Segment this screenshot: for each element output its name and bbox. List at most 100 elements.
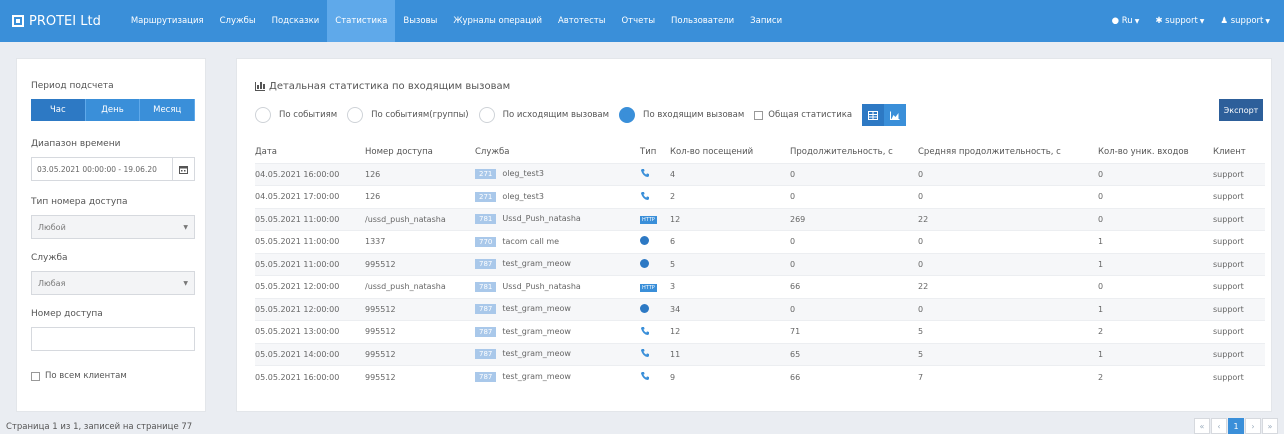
- table-row[interactable]: 05.05.2021 11:00:00 995512 787 test_gram_me…: [255, 252, 1265, 276]
- service-value: Любая: [38, 278, 66, 288]
- cell-access-number: /ussd_push_natasha: [365, 275, 475, 298]
- column-header[interactable]: Продолжительность, с: [790, 141, 918, 163]
- column-header[interactable]: Дата: [255, 141, 365, 163]
- column-header[interactable]: Средняя продолжительность, с: [918, 141, 1098, 163]
- table-row[interactable]: 05.05.2021 12:00:00/ussd_push_natasha 781…: [255, 275, 1265, 298]
- telegram-icon: [640, 303, 649, 313]
- service-name: Ussd_Push_natasha: [502, 281, 581, 291]
- access-number-input[interactable]: [31, 327, 195, 351]
- table-row[interactable]: 05.05.2021 14:00:00 995512 787 test_gram_me…: [255, 342, 1265, 366]
- table-row[interactable]: 05.05.2021 11:00:00/ussd_push_natasha 781…: [255, 207, 1265, 231]
- cell-client: support: [1213, 342, 1265, 366]
- table-row[interactable]: 05.05.2021 13:00:00 995512 787 test_gram_me…: [255, 320, 1265, 343]
- service-select[interactable]: Любая ▼: [31, 271, 195, 295]
- cell-avg-duration: 0: [918, 162, 1098, 186]
- cell-type: HTTP: [640, 275, 670, 298]
- last-page-button[interactable]: »: [1262, 418, 1278, 434]
- nav-item[interactable]: Статистика: [327, 0, 396, 42]
- chevron-down-icon: ▼: [1134, 17, 1140, 25]
- cell-visits: 11: [670, 342, 790, 366]
- cell-unique-entries: 2: [1098, 320, 1213, 343]
- nav-item[interactable]: Журналы операций: [445, 0, 550, 42]
- service-id-badge: 271: [475, 169, 497, 180]
- column-header[interactable]: Кол-во уник. входов: [1098, 141, 1213, 163]
- gear-icon: ✱: [1155, 16, 1166, 26]
- date-range-input[interactable]: 03.05.2021 00:00:00 - 19.06.20: [31, 157, 173, 181]
- cell-service: 787 test_gram_meow: [475, 252, 640, 276]
- user-menu[interactable]: ♟ support ▼: [1212, 0, 1278, 42]
- period-option[interactable]: Час: [31, 99, 86, 121]
- cell-type: [640, 320, 670, 343]
- first-page-button[interactable]: «: [1194, 418, 1210, 434]
- page-button-current[interactable]: 1: [1228, 418, 1244, 434]
- column-header[interactable]: Кол-во посещений: [670, 141, 790, 163]
- support-settings-menu[interactable]: ✱ support ▼: [1147, 0, 1212, 42]
- cell-service: 271 oleg_test3: [475, 162, 640, 186]
- brand[interactable]: PROTEI Ltd: [12, 14, 101, 29]
- cell-visits: 5: [670, 252, 790, 276]
- column-header[interactable]: Служба: [475, 141, 640, 163]
- cell-visits: 9: [670, 365, 790, 388]
- period-option[interactable]: Месяц: [140, 99, 196, 121]
- cell-service: 787 test_gram_meow: [475, 342, 640, 366]
- cell-visits: 12: [670, 320, 790, 343]
- nav-item[interactable]: Пользователи: [663, 0, 742, 42]
- cell-type: [640, 252, 670, 276]
- service-id-badge: 781: [475, 281, 497, 292]
- nav-item[interactable]: Вызовы: [395, 0, 445, 42]
- table-row[interactable]: 05.05.2021 12:00:00 995512 787 test_gram_me…: [255, 297, 1265, 321]
- next-page-button[interactable]: ›: [1245, 418, 1261, 434]
- nav-item[interactable]: Автотесты: [550, 0, 614, 42]
- table-view-button[interactable]: [862, 104, 885, 126]
- mode-radio[interactable]: По событиям(группы): [347, 107, 469, 123]
- access-type-select[interactable]: Любой ▼: [31, 215, 195, 239]
- all-clients-checkbox[interactable]: [31, 371, 40, 381]
- general-stats-checkbox-row[interactable]: Общая статистика: [754, 110, 852, 120]
- service-label: Служба: [31, 253, 68, 263]
- mode-radio-group: По событиям По событиям(группы) По исходящ…: [255, 104, 907, 126]
- nav-item[interactable]: Записи: [742, 0, 790, 42]
- cell-duration: 0: [790, 252, 918, 276]
- prev-page-button[interactable]: ‹: [1211, 418, 1227, 434]
- top-navbar: PROTEI Ltd Маршрутизация Службы Подсказки С…: [0, 0, 1284, 42]
- nav-item[interactable]: Подсказки: [264, 0, 328, 42]
- period-option[interactable]: День: [85, 99, 141, 121]
- table-row[interactable]: 04.05.2021 17:00:00 126 271 oleg_test3 2 0 0 0 s…: [255, 185, 1265, 208]
- main-menu: Маршрутизация Службы Подсказки Статистика Вы…: [123, 0, 790, 42]
- protei-logo-icon: [12, 15, 24, 27]
- cell-duration: 66: [790, 365, 918, 388]
- general-stats-checkbox[interactable]: [754, 110, 764, 120]
- cell-access-number: 995512: [365, 320, 475, 343]
- cell-duration: 65: [790, 342, 918, 366]
- mode-radio[interactable]: По событиям: [255, 107, 337, 123]
- column-header[interactable]: Тип: [640, 141, 670, 163]
- column-header[interactable]: Клиент: [1213, 141, 1265, 163]
- cell-visits: 6: [670, 230, 790, 253]
- table-row[interactable]: 05.05.2021 16:00:00 995512 787 test_gram_me…: [255, 365, 1265, 388]
- calendar-button[interactable]: [173, 157, 195, 181]
- export-button[interactable]: Экспорт: [1219, 99, 1263, 121]
- column-header[interactable]: Номер доступа: [365, 141, 475, 163]
- nav-item[interactable]: Отчеты: [613, 0, 663, 42]
- table-row[interactable]: 05.05.2021 11:00:00 1337 770 tacom call me 6…: [255, 230, 1265, 253]
- radio-circle-icon: [619, 107, 636, 123]
- table-row[interactable]: 04.05.2021 16:00:00 126 271 oleg_test3 4 0 0 0 s…: [255, 162, 1265, 186]
- table-icon: [868, 110, 879, 120]
- cell-type: [640, 230, 670, 253]
- language-menu[interactable]: ● Ru ▼: [1104, 0, 1148, 42]
- mode-radio[interactable]: По исходящим вызовам: [478, 107, 609, 123]
- chart-view-button[interactable]: [884, 104, 907, 126]
- mode-radio[interactable]: По входящим вызовам: [619, 107, 744, 123]
- general-stats-label: Общая статистика: [768, 110, 853, 120]
- cell-access-number: 126: [365, 162, 475, 186]
- nav-item[interactable]: Маршрутизация: [123, 0, 212, 42]
- all-clients-checkbox-row[interactable]: По всем клиентам: [31, 371, 195, 381]
- pagination: « ‹ 1 › »: [1193, 418, 1278, 434]
- view-toggle: [862, 104, 907, 126]
- cell-avg-duration: 5: [918, 342, 1098, 366]
- cell-client: support: [1213, 275, 1265, 298]
- chevron-down-icon: ▼: [183, 279, 188, 287]
- service-id-badge: 770: [475, 236, 497, 247]
- nav-item[interactable]: Службы: [212, 0, 264, 42]
- service-id-badge: 781: [475, 214, 497, 225]
